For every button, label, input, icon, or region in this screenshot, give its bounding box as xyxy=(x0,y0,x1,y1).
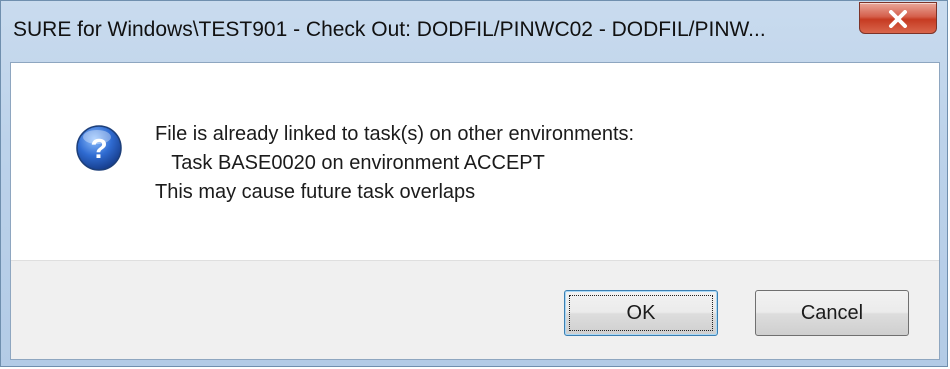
button-bar: OK Cancel xyxy=(11,260,939,359)
message-line-1: File is already linked to task(s) on oth… xyxy=(155,123,635,145)
close-button[interactable] xyxy=(859,2,937,34)
svg-text:?: ? xyxy=(90,133,107,164)
dialog-client-area: ? File is already linked to task(s) on o… xyxy=(10,62,940,360)
message-area: ? File is already linked to task(s) on o… xyxy=(11,63,939,260)
ok-button[interactable]: OK xyxy=(564,290,718,336)
message-text: File is already linked to task(s) on oth… xyxy=(155,120,634,207)
title-bar[interactable]: SURE for Windows\TEST901 - Check Out: DO… xyxy=(1,1,947,61)
cancel-button-label: Cancel xyxy=(800,302,864,324)
dialog-window: SURE for Windows\TEST901 - Check Out: DO… xyxy=(0,0,948,367)
message-line-3: This may cause future task overlaps xyxy=(155,181,476,203)
cancel-button[interactable]: Cancel xyxy=(755,290,909,336)
focus-rectangle xyxy=(569,295,713,331)
window-title: SURE for Windows\TEST901 - Check Out: DO… xyxy=(13,18,766,41)
close-icon xyxy=(889,10,907,28)
message-line-2: Task BASE0020 on environment ACCEPT xyxy=(155,152,545,174)
question-icon: ? xyxy=(76,125,122,171)
